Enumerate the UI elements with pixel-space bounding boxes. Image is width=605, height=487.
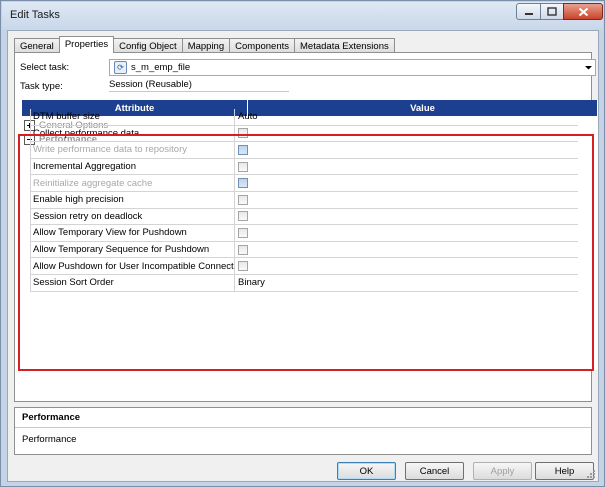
selected-task: s_m_emp_file bbox=[131, 62, 191, 73]
performance-rows: DTM buffer size Auto Collect performance d… bbox=[30, 109, 578, 292]
tab-metadata-extensions[interactable]: Metadata Extensions bbox=[294, 38, 395, 53]
close-button[interactable] bbox=[563, 3, 603, 20]
table-row[interactable]: Reinitialize aggregate cache bbox=[30, 175, 578, 192]
attribute-cell: Enable high precision bbox=[31, 191, 235, 208]
table-row[interactable]: Collect performance data bbox=[30, 125, 578, 143]
attribute-cell: Allow Pushdown for User Incompatible Con… bbox=[31, 258, 235, 274]
table-row[interactable]: Incremental Aggregation bbox=[30, 158, 578, 176]
table-row[interactable]: DTM buffer size Auto bbox=[30, 109, 578, 126]
title-bar: Edit Tasks bbox=[2, 2, 603, 30]
resize-grip-icon[interactable] bbox=[586, 469, 596, 479]
value-checkbox[interactable] bbox=[238, 211, 248, 222]
attribute-cell: Session retry on deadlock bbox=[31, 208, 235, 225]
maximize-button[interactable] bbox=[540, 3, 564, 20]
value-cell[interactable] bbox=[235, 126, 578, 142]
window-title: Edit Tasks bbox=[10, 9, 60, 21]
attribute-cell: Reinitialize aggregate cache bbox=[31, 175, 235, 191]
tab-components[interactable]: Components bbox=[229, 38, 296, 53]
value-checkbox[interactable] bbox=[238, 161, 248, 172]
value-text: Binary bbox=[238, 277, 265, 289]
value-cell[interactable] bbox=[235, 258, 578, 274]
table-row[interactable]: Write performance data to repository bbox=[30, 142, 578, 159]
table-row[interactable]: Enable high precision bbox=[30, 191, 578, 209]
value-checkbox[interactable] bbox=[238, 194, 248, 205]
value-cell[interactable] bbox=[235, 159, 578, 175]
value-checkbox[interactable] bbox=[238, 227, 248, 238]
table-row[interactable]: Allow Pushdown for User Incompatible Con… bbox=[30, 258, 578, 275]
value-checkbox[interactable] bbox=[238, 244, 248, 255]
table-row[interactable]: Allow Temporary Sequence for Pushdown bbox=[30, 241, 578, 259]
tab-properties[interactable]: Properties bbox=[58, 36, 115, 53]
attribute-cell: DTM buffer size bbox=[31, 109, 235, 125]
task-type-value: Session (Reusable) bbox=[109, 77, 289, 92]
value-cell[interactable] bbox=[235, 175, 578, 191]
attribute-cell: Allow Temporary View for Pushdown bbox=[31, 225, 235, 241]
minimize-button[interactable] bbox=[516, 3, 541, 20]
attribute-cell: Incremental Aggregation bbox=[31, 158, 235, 175]
value-cell[interactable]: Auto bbox=[235, 109, 578, 125]
tab-mapping[interactable]: Mapping bbox=[181, 38, 231, 53]
tab-general[interactable]: General bbox=[14, 38, 60, 53]
value-cell[interactable] bbox=[235, 192, 578, 208]
table-row[interactable]: Session retry on deadlock bbox=[30, 208, 578, 226]
description-panel: Performance Performance bbox=[14, 407, 592, 455]
ok-button[interactable]: OK bbox=[337, 462, 396, 480]
value-checkbox[interactable] bbox=[238, 128, 248, 139]
task-type-label: Task type: bbox=[20, 81, 63, 92]
value-cell[interactable] bbox=[235, 242, 578, 258]
minimize-icon bbox=[524, 12, 533, 15]
value-checkbox bbox=[238, 178, 248, 189]
description-text: Performance bbox=[22, 434, 77, 445]
dialog-body: General Properties Config Object Mapping… bbox=[7, 30, 599, 482]
value-text: Auto bbox=[238, 111, 258, 123]
attribute-cell: Session Sort Order bbox=[31, 274, 235, 291]
value-checkbox[interactable] bbox=[238, 261, 248, 272]
table-row[interactable]: Allow Temporary View for Pushdown bbox=[30, 225, 578, 242]
tab-strip: General Properties Config Object Mapping… bbox=[14, 36, 395, 53]
tab-config-object[interactable]: Config Object bbox=[113, 38, 183, 53]
edit-tasks-window: Edit Tasks General Properties Config Obj… bbox=[0, 0, 605, 487]
value-cell[interactable] bbox=[235, 142, 578, 158]
value-cell[interactable]: Binary bbox=[235, 275, 578, 291]
description-divider bbox=[15, 427, 591, 428]
value-checkbox bbox=[238, 144, 248, 155]
attribute-cell: Collect performance data bbox=[31, 125, 235, 142]
chevron-down-icon bbox=[585, 66, 592, 70]
table-row[interactable]: Session Sort Order Binary bbox=[30, 274, 578, 292]
close-icon bbox=[578, 7, 588, 16]
description-title: Performance bbox=[22, 412, 81, 423]
attribute-cell: Write performance data to repository bbox=[31, 142, 235, 158]
value-cell[interactable] bbox=[235, 225, 578, 241]
attribute-cell: Allow Temporary Sequence for Pushdown bbox=[31, 241, 235, 258]
cancel-button[interactable]: Cancel bbox=[405, 462, 464, 480]
maximize-icon bbox=[547, 7, 557, 16]
select-task-label: Select task: bbox=[20, 62, 70, 73]
apply-button[interactable]: Apply bbox=[473, 462, 532, 480]
value-cell[interactable] bbox=[235, 209, 578, 225]
select-task-dropdown[interactable]: ⟳ s_m_emp_file bbox=[109, 59, 596, 76]
session-task-icon: ⟳ bbox=[114, 61, 127, 74]
